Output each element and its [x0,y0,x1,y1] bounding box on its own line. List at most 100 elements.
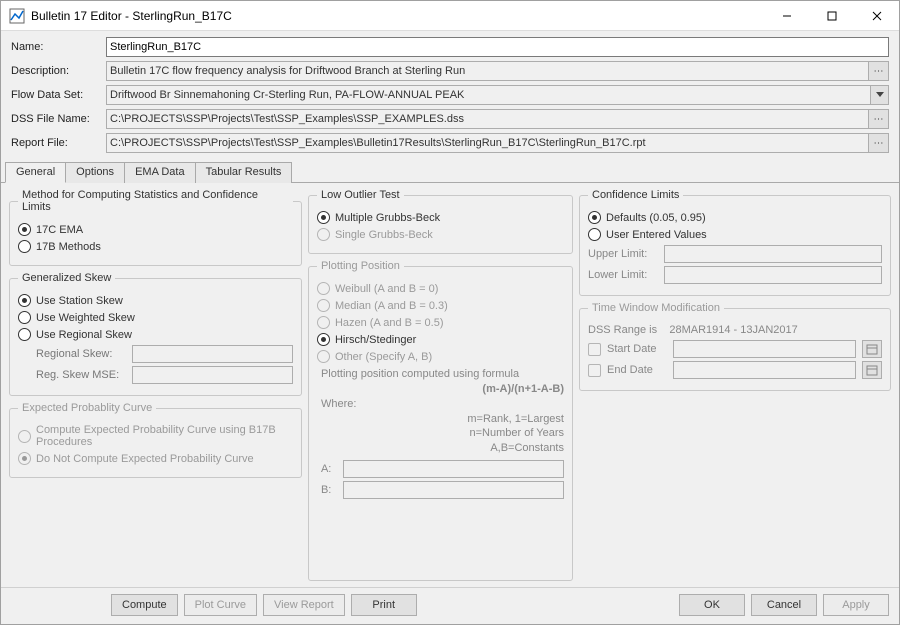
time-window-group: Time Window Modification DSS Range is 28… [579,302,891,391]
upper-limit-label: Upper Limit: [588,248,658,260]
compute-button[interactable]: Compute [111,594,178,616]
radio-compute-expected [18,430,31,443]
radio-multiple-grubbs-beck[interactable] [317,211,330,224]
radio-donot-compute-expected-label: Do Not Compute Expected Probability Curv… [36,453,254,465]
flow-dataset-dropdown-button[interactable] [871,85,889,105]
button-bar: Compute Plot Curve View Report Print OK … [1,587,899,624]
b-input [343,481,564,499]
regional-skew-label: Regional Skew: [36,348,126,360]
minimize-button[interactable] [764,1,809,30]
upper-limit-input [664,245,882,263]
radio-regional-skew-label: Use Regional Skew [36,329,132,341]
end-date-input [673,361,856,379]
tab-panel-general: Method for Computing Statistics and Conf… [1,183,899,587]
b-label: B: [321,484,337,496]
radio-station-skew[interactable] [18,294,31,307]
confidence-limits-legend: Confidence Limits [588,189,683,201]
dss-range-value: 28MAR1914 - 13JAN2017 [669,324,797,336]
close-button[interactable] [854,1,899,30]
radio-user-limits[interactable] [588,228,601,241]
radio-hirsch-stedinger[interactable] [317,333,330,346]
flow-dataset-label: Flow Data Set: [11,89,106,101]
ellipsis-icon: ⋯ [874,138,884,149]
description-label: Description: [11,65,106,77]
ellipsis-icon: ⋯ [874,114,884,125]
print-button[interactable]: Print [351,594,417,616]
skew-group: Generalized Skew Use Station Skew Use We… [9,272,302,396]
radio-compute-expected-label: Compute Expected Probability Curve using… [36,424,293,448]
report-file-browse-button[interactable]: ⋯ [869,133,889,153]
expected-prob-legend: Expected Probablity Curve [18,402,156,414]
cancel-button[interactable]: Cancel [751,594,817,616]
radio-other-ab-label: Other (Specify A, B) [335,351,432,363]
lower-limit-label: Lower Limit: [588,269,658,281]
tab-bar: General Options EMA Data Tabular Results [1,161,899,183]
name-label: Name: [11,41,106,53]
dss-file-input[interactable] [106,109,869,129]
maximize-button[interactable] [809,1,854,30]
calendar-icon [866,364,878,376]
tab-tabular-results[interactable]: Tabular Results [195,162,293,183]
radio-median-label: Median (A and B = 0.3) [335,300,448,312]
chevron-down-icon [876,92,884,98]
description-input[interactable] [106,61,869,81]
reg-skew-mse-label: Reg. Skew MSE: [36,369,126,381]
start-date-checkbox[interactable] [588,343,601,356]
tab-ema-data[interactable]: EMA Data [124,162,196,183]
calendar-icon [866,343,878,355]
radio-hazen [317,316,330,329]
end-date-checkbox[interactable] [588,364,601,377]
plotting-position-legend: Plotting Position [317,260,404,272]
tab-general[interactable]: General [5,162,66,183]
a-input [343,460,564,478]
radio-weibull [317,282,330,295]
radio-weibull-label: Weibull (A and B = 0) [335,283,438,295]
outlier-group: Low Outlier Test Multiple Grubbs-Beck Si… [308,189,573,254]
formula-intro: Plotting position computed using formula [321,367,564,382]
tab-options[interactable]: Options [65,162,125,183]
view-report-button[interactable]: View Report [263,594,345,616]
radio-other-ab [317,350,330,363]
flow-dataset-combo[interactable] [106,85,871,105]
expected-prob-group: Expected Probablity Curve Compute Expect… [9,402,302,478]
formula-line-n: n=Number of Years [321,426,564,441]
report-file-input[interactable] [106,133,869,153]
start-date-label: Start Date [607,343,667,355]
method-legend: Method for Computing Statistics and Conf… [18,189,293,213]
radio-station-skew-label: Use Station Skew [36,295,123,307]
reg-skew-mse-input [132,366,293,384]
formula-line-m: m=Rank, 1=Largest [321,412,564,427]
radio-regional-skew[interactable] [18,328,31,341]
header-form: Name: Description: ⋯ Flow Data Set: [1,31,899,159]
radio-defaults-limits-label: Defaults (0.05, 0.95) [606,212,706,224]
skew-legend: Generalized Skew [18,272,115,284]
description-ellipsis-button[interactable]: ⋯ [869,61,889,81]
plot-curve-button[interactable]: Plot Curve [184,594,257,616]
time-window-legend: Time Window Modification [588,302,724,314]
window-title: Bulletin 17 Editor - SterlingRun_B17C [31,9,764,23]
dss-file-label: DSS File Name: [11,113,106,125]
method-group: Method for Computing Statistics and Conf… [9,189,302,266]
dss-file-browse-button[interactable]: ⋯ [869,109,889,129]
radio-hazen-label: Hazen (A and B = 0.5) [335,317,444,329]
ellipsis-icon: ⋯ [874,66,884,77]
regional-skew-input [132,345,293,363]
report-file-label: Report File: [11,137,106,149]
ok-button[interactable]: OK [679,594,745,616]
start-date-calendar-button[interactable] [862,340,882,358]
app-window: Bulletin 17 Editor - SterlingRun_B17C Na… [0,0,900,625]
lower-limit-input [664,266,882,284]
radio-defaults-limits[interactable] [588,211,601,224]
name-input[interactable] [106,37,889,57]
radio-weighted-skew[interactable] [18,311,31,324]
radio-single-grubbs-beck [317,228,330,241]
radio-17b-methods-label: 17B Methods [36,241,101,253]
radio-user-limits-label: User Entered Values [606,229,707,241]
end-date-label: End Date [607,364,667,376]
radio-17b-methods[interactable] [18,240,31,253]
end-date-calendar-button[interactable] [862,361,882,379]
radio-multiple-grubbs-beck-label: Multiple Grubbs-Beck [335,212,440,224]
start-date-input [673,340,856,358]
apply-button[interactable]: Apply [823,594,889,616]
radio-17c-ema[interactable] [18,223,31,236]
